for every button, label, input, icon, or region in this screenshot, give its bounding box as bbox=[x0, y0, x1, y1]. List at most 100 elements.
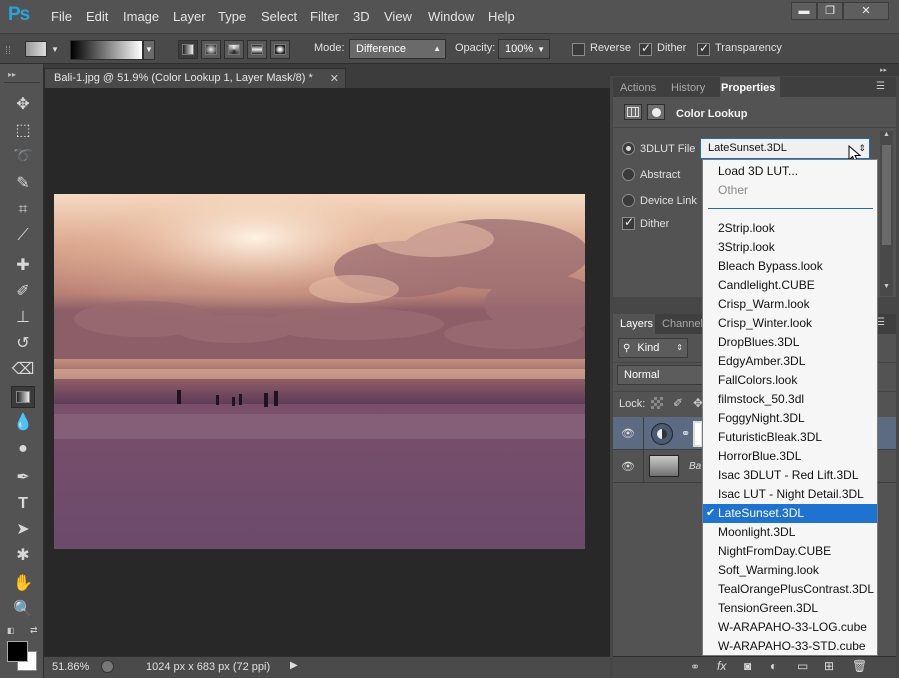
clone-stamp-tool-icon[interactable]: ⊥ bbox=[11, 307, 35, 329]
chain-link-icon[interactable]: ⚭ bbox=[681, 427, 690, 440]
visibility-eye-icon[interactable]: 👁 bbox=[621, 427, 635, 440]
collapse-arrows-icon[interactable]: ▸▸ bbox=[8, 70, 16, 79]
properties-scrollbar[interactable]: ▲ ▼ bbox=[880, 131, 893, 296]
document-tab[interactable]: Bali-1.jpg @ 51.9% (Color Lookup 1, Laye… bbox=[44, 68, 346, 88]
lut-file-radio[interactable] bbox=[622, 142, 635, 155]
angle-gradient-button[interactable] bbox=[224, 40, 244, 59]
visibility-eye-icon[interactable]: 👁 bbox=[621, 460, 635, 473]
dodge-tool-icon[interactable]: ● bbox=[11, 438, 35, 460]
lut-list-item[interactable]: filmstock_50.3dl bbox=[703, 390, 877, 409]
panel-menu-icon[interactable]: ☰ bbox=[876, 81, 885, 92]
lut-list-item[interactable]: Moonlight.3DL bbox=[703, 523, 877, 542]
lut-list-item[interactable]: TealOrangePlusContrast.3DL bbox=[703, 580, 877, 599]
menu-select[interactable]: Select bbox=[261, 9, 297, 24]
history-brush-tool-icon[interactable]: ↺ bbox=[11, 333, 35, 355]
menu-view[interactable]: View bbox=[384, 9, 412, 24]
zoom-tool-icon[interactable]: 🔍 bbox=[11, 599, 35, 621]
crop-tool-icon[interactable]: ⌗ bbox=[11, 199, 35, 221]
blur-tool-icon[interactable]: 💧 bbox=[11, 412, 35, 434]
mode-select[interactable]: Difference ▲ bbox=[349, 39, 446, 59]
lut-file-select[interactable]: LateSunset.3DL ⇕ bbox=[700, 138, 870, 159]
tab-channels[interactable]: Channel bbox=[662, 318, 703, 330]
menu-layer[interactable]: Layer bbox=[173, 9, 206, 24]
document-image[interactable] bbox=[54, 194, 585, 549]
tab-layers[interactable]: Layers bbox=[620, 318, 653, 330]
lut-list-item[interactable]: FoggyNight.3DL bbox=[703, 409, 877, 428]
lut-list-item[interactable]: TensionGreen.3DL bbox=[703, 599, 877, 618]
type-tool-icon[interactable]: T bbox=[11, 493, 35, 515]
mask-icon[interactable] bbox=[647, 104, 665, 120]
gradient-tool-icon[interactable] bbox=[11, 386, 35, 408]
lut-list-item[interactable]: ✔ LateSunset.3DL bbox=[703, 504, 877, 523]
dither-checkbox[interactable] bbox=[639, 41, 652, 56]
tab-properties[interactable]: Properties bbox=[721, 82, 775, 94]
move-tool-icon[interactable]: ✥ bbox=[11, 94, 35, 116]
opacity-input[interactable]: 100% ▼ bbox=[498, 39, 550, 59]
lut-list-item[interactable]: Bleach Bypass.look bbox=[703, 257, 877, 276]
menu-type[interactable]: Type bbox=[218, 9, 246, 24]
menu-window[interactable]: Window bbox=[428, 9, 474, 24]
filter-kind-select[interactable]: ⚲ Kind ⇕ bbox=[618, 338, 688, 358]
status-info-icon[interactable] bbox=[101, 660, 114, 673]
menu-help[interactable]: Help bbox=[488, 9, 515, 24]
blend-mode-select[interactable]: Normal bbox=[617, 365, 705, 385]
hand-tool-icon[interactable]: ✋ bbox=[11, 573, 35, 595]
quick-selection-tool-icon[interactable]: ✎ bbox=[11, 173, 35, 195]
tab-history[interactable]: History bbox=[671, 82, 705, 94]
delete-layer-icon[interactable]: 🗑 bbox=[852, 659, 867, 673]
abstract-radio[interactable] bbox=[622, 168, 635, 181]
default-colors-icon[interactable]: ◧ bbox=[7, 626, 15, 635]
eraser-tool-icon[interactable]: ⌫ bbox=[11, 359, 35, 381]
lut-list-item[interactable]: DropBlues.3DL bbox=[703, 333, 877, 352]
swap-colors-icon[interactable]: ⇄ bbox=[30, 625, 38, 636]
minimize-button[interactable]: ▬ bbox=[791, 2, 817, 20]
lut-list-item[interactable]: 2Strip.look bbox=[703, 219, 877, 238]
maximize-button[interactable]: ❐ bbox=[817, 2, 843, 20]
load-3d-lut-item[interactable]: Load 3D LUT... bbox=[703, 162, 877, 181]
shape-tool-icon[interactable]: ✱ bbox=[11, 545, 35, 567]
lut-list-item[interactable]: HorrorBlue.3DL bbox=[703, 447, 877, 466]
adjustment-grid-icon[interactable] bbox=[624, 104, 642, 120]
radial-gradient-button[interactable] bbox=[201, 40, 221, 59]
new-group-icon[interactable]: ▭ bbox=[797, 659, 808, 673]
zoom-level[interactable]: 51.86% bbox=[52, 661, 89, 673]
add-mask-icon[interactable]: ◙ bbox=[744, 659, 751, 673]
lut-list-item[interactable]: Soft_Warming.look bbox=[703, 561, 877, 580]
reverse-checkbox[interactable] bbox=[572, 43, 585, 56]
new-adjustment-icon[interactable]: ◐ bbox=[770, 659, 777, 673]
path-selection-tool-icon[interactable]: ➤ bbox=[11, 519, 35, 541]
gradient-picker-arrow-icon[interactable]: ▼ bbox=[143, 40, 155, 60]
layer-style-icon[interactable]: fx bbox=[717, 659, 726, 673]
lut-list-item[interactable]: Crisp_Winter.look bbox=[703, 314, 877, 333]
menu-3d[interactable]: 3D bbox=[353, 9, 370, 24]
lut-list-item[interactable]: W-ARAPAHO-33-LOG.cube bbox=[703, 618, 877, 637]
reflected-gradient-button[interactable] bbox=[247, 40, 267, 59]
lut-list-item[interactable]: FuturisticBleak.3DL bbox=[703, 428, 877, 447]
healing-brush-tool-icon[interactable]: ✚ bbox=[11, 255, 35, 277]
diamond-gradient-button[interactable] bbox=[270, 40, 290, 59]
device-link-radio[interactable] bbox=[622, 194, 635, 207]
gradient-tool-preset-icon[interactable] bbox=[25, 41, 47, 57]
grip-handle[interactable] bbox=[6, 46, 10, 54]
close-window-button[interactable]: ✕ bbox=[843, 2, 889, 20]
brush-tool-icon[interactable]: ✐ bbox=[11, 281, 35, 303]
menu-file[interactable]: File bbox=[51, 9, 72, 24]
dither-checkbox-props[interactable] bbox=[622, 215, 635, 230]
linear-gradient-button[interactable] bbox=[178, 40, 198, 59]
lut-list-item[interactable]: Isac LUT - Night Detail.3DL bbox=[703, 485, 877, 504]
lut-list-item[interactable]: Candlelight.CUBE bbox=[703, 276, 877, 295]
menu-image[interactable]: Image bbox=[123, 9, 159, 24]
lut-list-item[interactable]: EdgyAmber.3DL bbox=[703, 352, 877, 371]
lock-transparent-icon[interactable] bbox=[651, 397, 663, 409]
foreground-color-swatch[interactable] bbox=[7, 641, 28, 662]
menu-filter[interactable]: Filter bbox=[310, 9, 339, 24]
marquee-tool-icon[interactable]: ⬚ bbox=[11, 120, 35, 142]
lut-list-item[interactable]: Isac 3DLUT - Red Lift.3DL bbox=[703, 466, 877, 485]
lut-list-item[interactable]: Crisp_Warm.look bbox=[703, 295, 877, 314]
lut-list-item[interactable]: W-ARAPAHO-33-STD.cube bbox=[703, 637, 877, 656]
transparency-checkbox[interactable] bbox=[697, 41, 710, 56]
status-menu-arrow-icon[interactable]: ▶ bbox=[290, 660, 298, 671]
chevron-down-icon[interactable]: ▼ bbox=[51, 45, 59, 54]
collapse-panels-icon[interactable]: ▸▸ bbox=[880, 66, 887, 74]
eyedropper-tool-icon[interactable]: ⟋ bbox=[11, 225, 35, 247]
